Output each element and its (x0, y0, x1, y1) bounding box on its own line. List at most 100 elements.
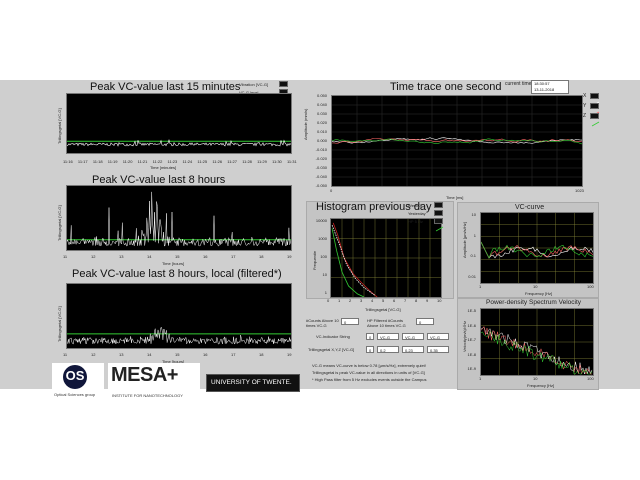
histogram-ytick-1: 1000 (318, 236, 327, 241)
time-trace-plot-area[interactable] (331, 95, 583, 187)
p2-xtick-2: 13 (119, 254, 124, 259)
axis-legend-toggle-x[interactable] (590, 93, 600, 107)
time-trace-ytick-9: -0.040 (315, 174, 327, 179)
p2-xtick-6: 17 (231, 254, 236, 259)
vc-curve-ytick-1: 1 (473, 232, 476, 238)
p1-title: Peak VC-value last 15 minutes (90, 81, 241, 93)
histogram-xtick-7: 7 (404, 298, 407, 303)
time-trace-ytick-10: -0.050 (315, 183, 327, 188)
p3-xtick-8: 19 (287, 352, 292, 357)
histogram-xtick-3: 3 (360, 298, 363, 303)
xyz-value-y: 0.23 (402, 346, 424, 353)
p2-xtick-3: 14 (147, 254, 152, 259)
vc-curve-xtick-1: 10 (533, 284, 538, 289)
p1-legend-vibration-swatch[interactable] (279, 81, 289, 95)
histogram-xtick-9: 9 (426, 298, 429, 303)
histogram-xlabel: Trillingsgetal [VC-G] (365, 307, 401, 312)
time-trace-ytick-1: 0.040 (316, 102, 327, 107)
p2-plot-area[interactable] (66, 185, 292, 251)
p1-xtick-14: 11:30 (272, 159, 282, 164)
os-logo: OS Optical Sciences group (52, 363, 104, 401)
p2-ylabel: Trillingsgetal [VC-G] (57, 205, 62, 241)
histogram-legend-toggle-1[interactable] (434, 210, 444, 224)
hp-counts-label: HP Filtered #Counts Above 10 times VC-G (367, 318, 406, 328)
counts-above-value: 0 (341, 318, 359, 325)
histogram-plot-area[interactable] (330, 218, 442, 298)
xyz-value-x: 0.2 (377, 346, 399, 353)
current-time-display: 18:30:57 13-11-2018 (531, 80, 569, 94)
p3-xtick-1: 12 (91, 352, 96, 357)
p1-xtick-13: 11:29 (257, 159, 267, 164)
axis-legend-toggle-y[interactable] (590, 103, 600, 117)
labview-front-panel: Peak VC-value last 15 minutes Vibration … (0, 80, 640, 401)
vc-curve-ytick-3: 0.01 (468, 274, 476, 279)
histogram-xtick-1: 1 (338, 298, 341, 303)
ut-logo-name: UNIVERSITY OF TWENTE. (211, 379, 292, 386)
psd-xtick-1: 10 (533, 376, 538, 381)
axis-legend-label-z: Z (583, 113, 587, 119)
time-trace-ytick-0: 0.050 (316, 93, 327, 98)
p1-xtick-9: 11:25 (197, 159, 208, 164)
p1-ylabel: Trillingsgetal [VC-G] (57, 108, 62, 144)
vc-string-index[interactable]: 0 (366, 333, 374, 340)
current-date-value: 13-11-2018 (534, 87, 555, 92)
time-trace-ytick-8: -0.030 (315, 165, 327, 170)
p2-xtick-7: 18 (259, 254, 264, 259)
psd-ytick-1: 1E-6 (467, 322, 476, 328)
axis-legend-toggle-z[interactable] (590, 113, 600, 127)
vc-curve-xlabel: Frequency [Hz] (525, 291, 553, 296)
vc-curve-ytick-0: 10 (471, 212, 476, 217)
p3-ylabel: Trillingsgetal [VC-G] (57, 306, 62, 342)
time-trace-ytick-2: 0.030 (316, 111, 327, 116)
counts-above-label: #Counts Above 10 times VC-G (306, 318, 339, 328)
histogram-legend-toggle-2[interactable] (434, 218, 444, 232)
p1-xtick-11: 11:27 (227, 159, 237, 164)
xyz-index[interactable]: 0 (366, 346, 374, 353)
p1-xlabel: Time [minutes] (150, 165, 177, 170)
vc-string-x: VC-G (377, 333, 399, 340)
time-trace-title: Time trace one second (390, 81, 502, 93)
os-logo-letters: OS (65, 368, 85, 383)
histogram-curve-1 (331, 225, 376, 296)
p3-xtick-6: 17 (231, 352, 236, 357)
p1-xtick-2: 11:18 (92, 159, 103, 164)
psd-ytick-3: 1E-8 (467, 351, 476, 357)
note-vcg: VC-G means VC-curve is below 0.78 [µm/s/… (312, 363, 426, 368)
p1-xtick-0: 11:16 (63, 159, 73, 164)
vc-curve-xtick-0: 1 (479, 284, 482, 289)
hp-counts-value: 0 (416, 318, 434, 325)
ut-logo: UNIVERSITY OF TWENTE. (206, 374, 300, 392)
p3-plot-area[interactable] (66, 283, 292, 349)
p3-xtick-0: 11 (63, 352, 68, 357)
p1-xtick-15: 11:31 (287, 159, 297, 164)
p3-xtick-2: 13 (119, 352, 124, 357)
p2-xtick-8: 19 (287, 254, 292, 259)
time-trace-x-start: 0 (330, 188, 333, 193)
psd-xlabel: Frequency [Hz] (527, 383, 555, 388)
psd-xtick-0: 1 (479, 376, 482, 381)
p3-xtick-7: 18 (259, 352, 264, 357)
time-trace-x-end: 1023 (575, 188, 584, 193)
histogram-ytick-4: 1 (324, 290, 327, 295)
histogram-xtick-6: 6 (393, 298, 396, 303)
p1-xtick-5: 11:21 (137, 159, 148, 164)
vc-curve-plot-area[interactable] (480, 212, 594, 284)
psd-ytick-2: 1E-7 (467, 337, 476, 342)
xyz-label: Trillingsgetal X,Y,Z [VC-G] (308, 347, 355, 352)
mesa-logo-caption: INSTITUTE FOR NANOTECHNOLOGY (112, 393, 183, 398)
p3-xtick-5: 16 (203, 352, 208, 357)
psd-plot-area[interactable] (480, 308, 594, 376)
histogram-xtick-5: 5 (382, 298, 385, 303)
histogram-curve-0 (332, 222, 378, 297)
p1-xtick-8: 11:24 (182, 159, 193, 164)
axis-legend-label-y: Y (583, 103, 587, 109)
histogram-legend-toggle-0[interactable] (434, 202, 444, 216)
psd-xtick-2: 100 (587, 376, 594, 381)
xyz-value-z: 0.35 (427, 346, 449, 353)
mesa-logo-name: MESA+ (111, 364, 178, 386)
vc-curve-xtick-2: 100 (587, 284, 594, 289)
p1-plot-area[interactable] (66, 93, 292, 154)
vc-string-label: VC-Indicator String (316, 334, 350, 339)
p1-xtick-4: 11:20 (122, 159, 133, 164)
vc-curve-title: VC-curve (515, 204, 545, 211)
